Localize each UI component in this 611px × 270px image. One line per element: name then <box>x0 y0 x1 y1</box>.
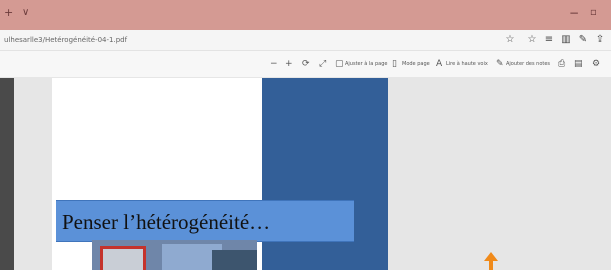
page-view-icon[interactable]: ▯ <box>392 57 397 71</box>
title-bar: + ∨ − ▫ <box>0 0 611 30</box>
zoom-out-button[interactable]: − <box>270 57 278 71</box>
favorites-list-icon[interactable]: ☆ <box>526 33 538 47</box>
fit-page-button[interactable]: Ajuster à la page <box>345 57 387 71</box>
hub-icon[interactable]: ≡ <box>543 33 555 47</box>
pdf-toolbar: − + ⟳ ⤢ ▢ Ajuster à la page ▯ Mode page … <box>0 51 611 78</box>
minimize-button[interactable]: − <box>569 7 581 19</box>
save-icon[interactable]: ▤ <box>574 57 583 71</box>
title-banner: Penser l’hétérogénéité… <box>56 200 354 242</box>
zoom-in-button[interactable]: + <box>285 57 293 71</box>
page-view-button[interactable]: Mode page <box>402 57 430 71</box>
favorite-icon[interactable]: ☆ <box>504 33 516 47</box>
read-aloud-icon[interactable]: A <box>436 57 442 71</box>
add-notes-button[interactable]: Ajouter des notes <box>506 57 550 71</box>
address-bar[interactable]: ulhesarlle3/Hetérogénéité-04-1.pdf ☆ ☆ ≡… <box>0 30 611 51</box>
browser-window: + ∨ − ▫ ulhesarlle3/Hetérogénéité-04-1.p… <box>0 0 611 270</box>
photo-shadow <box>212 250 257 270</box>
mouse-cursor-icon <box>484 252 498 270</box>
new-tab-icon[interactable]: + <box>4 7 14 18</box>
print-icon[interactable]: ⎙ <box>558 57 565 71</box>
fit-page-icon[interactable]: ▢ <box>335 57 344 71</box>
tab-menu-icon[interactable]: ∨ <box>22 8 32 18</box>
rotate-button[interactable]: ⟳ <box>302 57 310 71</box>
left-edge-strip <box>0 78 14 270</box>
page-photo <box>92 240 257 270</box>
notes-icon[interactable]: ✎ <box>577 33 589 47</box>
add-notes-icon[interactable]: ✎ <box>496 57 504 71</box>
url-field[interactable]: ulhesarlle3/Hetérogénéité-04-1.pdf <box>4 34 204 46</box>
fullscreen-button[interactable]: ⤢ <box>319 57 326 71</box>
banner-title: Penser l’hétérogénéité… <box>62 210 271 234</box>
maximize-button[interactable]: ▫ <box>590 7 602 19</box>
reading-icon[interactable]: ▥ <box>560 33 572 47</box>
settings-icon[interactable]: ⚙ <box>592 57 600 71</box>
photo-object <box>100 246 146 270</box>
share-icon[interactable]: ⇪ <box>594 33 606 47</box>
read-aloud-button[interactable]: Lire à haute voix <box>446 57 488 71</box>
